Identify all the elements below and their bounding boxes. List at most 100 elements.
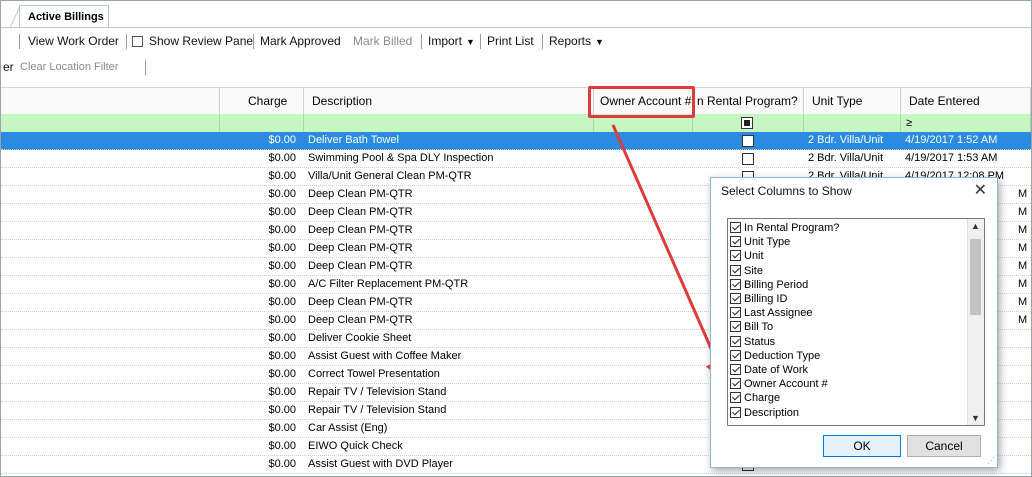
cell-date-partial: M [1018, 188, 1028, 200]
cell-date-partial: M [1018, 242, 1028, 254]
checkbox-checked-icon[interactable] [730, 335, 741, 347]
column-option[interactable]: Last Assignee [730, 307, 813, 319]
checkbox-checked-icon[interactable] [730, 264, 741, 276]
column-option[interactable]: Deduction Type [730, 349, 820, 362]
view-work-order-button[interactable]: View Work Order [28, 32, 119, 50]
column-option[interactable]: In Rental Program? [730, 222, 839, 234]
column-option-label: Site [744, 264, 763, 277]
print-list-button[interactable]: Print List [487, 32, 534, 50]
review-pane-checkbox[interactable] [132, 36, 143, 47]
scroll-up-icon[interactable]: ▲ [971, 221, 980, 231]
column-option[interactable]: Billing ID [730, 293, 787, 305]
filter-operator[interactable]: ≥ [906, 117, 912, 129]
table-row[interactable]: $0.00 Swimming Pool & Spa DLY Inspection 2… [1, 150, 1031, 168]
cell-charge: $0.00 [268, 296, 296, 308]
cell-description: Correct Towel Presentation [308, 368, 440, 380]
column-header-unit-type[interactable]: Unit Type [804, 88, 901, 114]
checkbox-checked-icon[interactable] [730, 321, 741, 333]
reports-label: Reports [549, 34, 592, 48]
checkbox-checked-icon[interactable] [730, 392, 741, 404]
cell-charge: $0.00 [268, 314, 296, 326]
checkbox-checked-icon[interactable] [730, 378, 741, 390]
column-option[interactable]: Unit Type [730, 236, 790, 248]
filter-cell-description[interactable] [304, 114, 594, 132]
mark-billed-button[interactable]: Mark Billed [353, 32, 412, 50]
tab-active-billings[interactable]: Active Billings [19, 5, 109, 27]
cell-date-partial: M [1018, 314, 1028, 326]
cell-charge: $0.00 [268, 440, 296, 452]
checkbox-checked-icon[interactable] [730, 364, 741, 375]
checkbox-checked-icon[interactable] [730, 222, 741, 233]
scroll-down-icon[interactable]: ▼ [971, 413, 980, 423]
checkbox-checked-icon[interactable] [730, 250, 741, 262]
tab-strip: Active Billings [1, 1, 1031, 28]
column-option[interactable]: Billing Period [730, 278, 809, 291]
cell-description: Villa/Unit General Clean PM-QTR [308, 170, 472, 182]
column-option[interactable]: Description [730, 406, 799, 419]
filter-cell-unit-type[interactable] [804, 114, 901, 132]
cell-charge: $0.00 [268, 404, 296, 416]
column-header-description[interactable]: Description [304, 88, 594, 114]
show-review-pane-toggle[interactable]: Show Review Pane [132, 32, 253, 50]
app-window: Active Billings View Work Order Show Rev… [0, 0, 1032, 477]
cell-description: Deep Clean PM-QTR [308, 260, 413, 272]
caret-down-icon: ▼ [466, 37, 475, 47]
column-option[interactable]: Site [730, 264, 763, 277]
filter-cell-date[interactable]: ≥ [901, 114, 1031, 132]
checkbox-checked-icon[interactable] [730, 307, 741, 319]
cell-charge: $0.00 [268, 368, 296, 380]
checkbox-checked-icon[interactable] [730, 236, 741, 248]
checkbox-checked-icon[interactable] [730, 293, 741, 304]
column-option-label: Billing Period [744, 278, 809, 291]
reports-menu[interactable]: Reports ▼ [549, 32, 604, 50]
scroll-thumb[interactable] [970, 239, 981, 315]
column-option-label: Charge [744, 392, 781, 405]
checkbox-checked-icon[interactable] [730, 278, 741, 290]
column-option[interactable]: Date of Work [730, 364, 808, 376]
cell-description: Assist Guest with Coffee Maker [308, 350, 462, 362]
table-row[interactable]: $0.00 Deliver Bath Towel 2 Bdr. Villa/Unit… [1, 132, 1031, 150]
grid-header: Charge Description Owner Account # n Ren… [1, 87, 1031, 115]
filter-cell-charge[interactable] [220, 114, 304, 132]
filter-cell-rental[interactable] [693, 114, 804, 132]
column-header-charge[interactable]: Charge [220, 88, 304, 114]
column-option[interactable]: Unit [730, 250, 764, 262]
checkbox-checked-icon[interactable] [730, 349, 741, 361]
column-option-label: Bill To [744, 321, 774, 334]
column-header-date-entered[interactable]: Date Entered [901, 88, 1031, 114]
ok-button[interactable]: OK [823, 435, 901, 457]
cancel-button[interactable]: Cancel [907, 435, 981, 457]
filter-cell[interactable] [1, 114, 220, 132]
column-option[interactable]: Bill To [730, 321, 773, 333]
column-option-label: Last Assignee [744, 307, 813, 320]
cell-charge: $0.00 [268, 170, 296, 182]
cell-date-partial: M [1018, 296, 1028, 308]
column-option[interactable]: Status [730, 335, 775, 348]
column-option[interactable]: Charge [730, 392, 780, 404]
clear-location-filter-button[interactable]: Clear Location Filter [20, 58, 118, 76]
cell-date-partial: M [1018, 224, 1028, 236]
list-scrollbar[interactable]: ▲ ▼ [967, 219, 984, 425]
cell-charge: $0.00 [268, 242, 296, 254]
columns-list[interactable]: In Rental Program? Unit Type Unit Site Billi… [727, 218, 985, 426]
mark-approved-button[interactable]: Mark Approved [260, 32, 341, 50]
rental-program-checkbox[interactable] [742, 153, 754, 165]
cell-date-partial: M [1018, 260, 1028, 272]
filter-row: ≥ [1, 114, 1031, 133]
filter-tristate-checkbox[interactable] [741, 117, 753, 129]
cell-charge: $0.00 [268, 260, 296, 272]
toolbar-separator [480, 34, 481, 49]
column-option-label: Unit Type [744, 236, 791, 249]
import-menu[interactable]: Import ▼ [428, 32, 475, 50]
rental-program-checkbox[interactable] [742, 135, 754, 147]
column-option[interactable]: Owner Account # [730, 378, 828, 390]
close-icon[interactable]: ✕ [974, 180, 987, 200]
resize-grip-icon[interactable]: ⋰ [987, 456, 995, 465]
cell-charge: $0.00 [268, 422, 296, 434]
toolbar-separator [19, 34, 20, 49]
truncated-filter-button[interactable]: er [3, 58, 14, 76]
column-header-blank[interactable] [1, 88, 220, 114]
checkbox-checked-icon[interactable] [730, 406, 741, 418]
show-review-pane-label: Show Review Pane [149, 34, 254, 48]
column-header-rental-program[interactable]: n Rental Program? [693, 88, 804, 114]
